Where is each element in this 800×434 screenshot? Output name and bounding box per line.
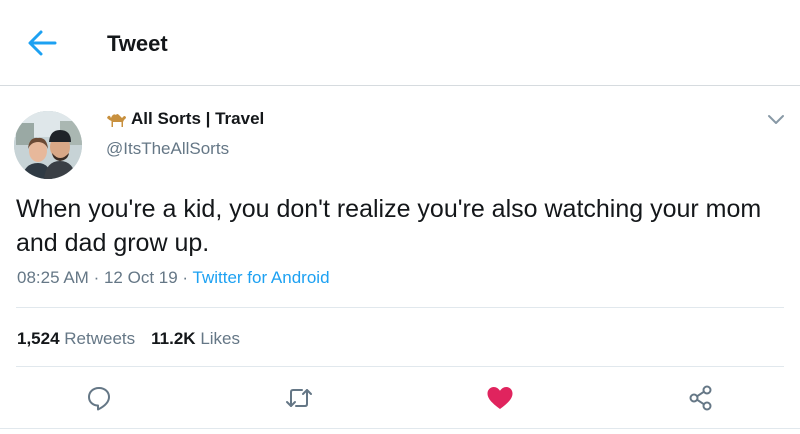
divider xyxy=(16,307,784,308)
retweets-label: Retweets xyxy=(64,329,136,348)
likes-count: 11.2K xyxy=(151,329,196,348)
avatar[interactable] xyxy=(14,111,82,179)
likes-label: Likes xyxy=(200,329,241,348)
arrow-left-icon xyxy=(28,30,57,56)
reply-button[interactable] xyxy=(81,380,117,416)
tweet-time: 08:25 AM xyxy=(17,268,89,287)
retweets-count: 1,524 xyxy=(17,329,60,348)
share-button[interactable] xyxy=(683,380,719,416)
tweet-meta: 08:25 AM · 12 Oct 19 · Twitter for Andro… xyxy=(17,268,330,288)
heart-icon xyxy=(487,387,513,409)
like-button[interactable] xyxy=(482,380,518,416)
reply-icon xyxy=(88,387,110,411)
divider xyxy=(16,366,784,367)
retweet-icon xyxy=(286,389,312,407)
user-handle[interactable]: @ItsTheAllSorts xyxy=(106,139,229,159)
tweet-source-link[interactable]: Twitter for Android xyxy=(193,268,330,287)
display-name-row[interactable]: All Sorts | Travel xyxy=(105,107,264,131)
retweets-stat[interactable]: 1,524 Retweets xyxy=(17,329,135,348)
chevron-down-icon xyxy=(768,115,784,124)
divider xyxy=(0,428,800,429)
back-button[interactable] xyxy=(22,26,62,60)
tweet-stats: 1,524 Retweets 11.2K Likes xyxy=(17,329,240,349)
retweet-button[interactable] xyxy=(281,380,317,416)
camel-icon xyxy=(107,114,126,127)
likes-stat[interactable]: 11.2K Likes xyxy=(151,329,240,348)
meta-separator: · xyxy=(182,268,189,287)
top-bar: Tweet xyxy=(0,0,800,86)
tweet-text: When you're a kid, you don't realize you… xyxy=(16,195,762,257)
share-icon xyxy=(689,385,712,411)
tweet-menu-button[interactable] xyxy=(765,110,787,128)
avatar-photo xyxy=(14,111,82,179)
display-name: All Sorts | Travel xyxy=(131,109,265,128)
tweet-date: 12 Oct 19 xyxy=(103,268,178,287)
page-title: Tweet xyxy=(107,31,168,56)
meta-separator: · xyxy=(93,268,100,287)
